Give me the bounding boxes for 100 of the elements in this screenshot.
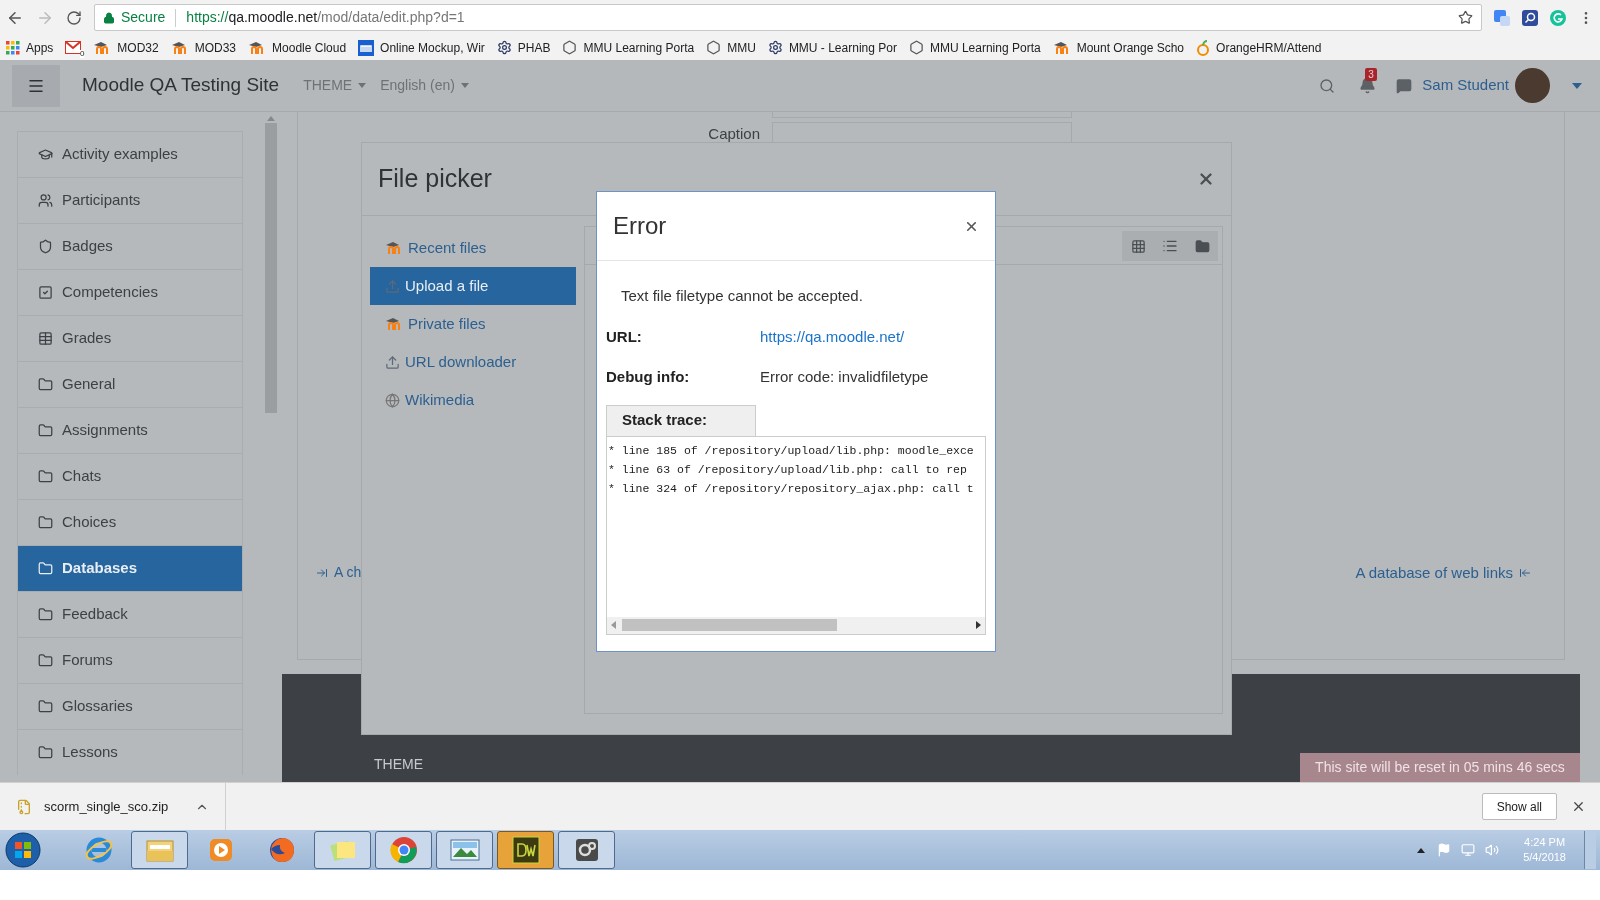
sidebar-item[interactable]: Forums xyxy=(17,637,243,683)
grid-icon xyxy=(1130,238,1146,254)
folder-icon xyxy=(38,561,53,576)
bookmark-link[interactable]: MMU Learning Porta xyxy=(583,38,695,57)
repository-item[interactable]: URL downloader xyxy=(370,343,576,381)
fruit-icon xyxy=(1196,39,1211,56)
folder-icon xyxy=(38,515,53,530)
taskbar-app-button[interactable] xyxy=(375,831,432,869)
sidebar-item[interactable]: Badges xyxy=(17,223,243,269)
bookmark-link[interactable]: OrangeHRM/Attend xyxy=(1216,38,1322,57)
site-name[interactable]: Moodle QA Testing Site xyxy=(82,71,280,100)
download-file-name[interactable]: scorm_single_sco.zip xyxy=(44,796,169,817)
square-logo-icon xyxy=(358,39,375,56)
search-extension-icon[interactable] xyxy=(1522,9,1538,26)
show-hidden-icons-icon[interactable] xyxy=(1417,847,1426,853)
scroll-left-arrow-icon[interactable] xyxy=(611,621,616,629)
upload-icon xyxy=(385,354,400,370)
sidebar-item[interactable]: Choices xyxy=(17,499,243,545)
scrollbar-thumb[interactable] xyxy=(622,619,837,631)
sidebar-item[interactable]: Assignments xyxy=(17,407,243,453)
sidebar-item[interactable]: Competencies xyxy=(17,269,243,315)
sidebar-item[interactable]: Feedback xyxy=(17,591,243,637)
folder-icon xyxy=(38,423,53,438)
bookmark-link[interactable]: MMU xyxy=(727,38,756,57)
stack-trace-tab[interactable]: Stack trace: xyxy=(606,404,756,436)
folder-icon xyxy=(38,607,53,622)
bookmark-link[interactable]: MMU - Learning Por xyxy=(788,38,897,57)
notification-count-badge: 3 xyxy=(1365,68,1377,81)
bookmark-link[interactable]: Moodle Cloud xyxy=(272,38,347,57)
url-link[interactable]: https://qa.moodle.net/ xyxy=(760,325,905,348)
bookmark-link[interactable]: MOD32 xyxy=(117,38,159,57)
search-icon[interactable] xyxy=(1319,77,1336,94)
field-label: URL: xyxy=(606,326,643,347)
close-icon[interactable] xyxy=(1197,170,1215,188)
shield-icon xyxy=(38,239,53,254)
reload-icon[interactable] xyxy=(66,9,82,26)
chat-icon[interactable] xyxy=(1396,77,1413,94)
photo-viewer-icon xyxy=(448,837,481,863)
sidebar-item[interactable]: Glossaries xyxy=(17,683,243,729)
sidebar-item[interactable]: Chats xyxy=(17,453,243,499)
folder-icon xyxy=(38,653,53,668)
mail-icon xyxy=(65,41,82,54)
repository-item[interactable]: Upload a file xyxy=(370,267,576,305)
secure-label: Secure xyxy=(121,8,166,27)
debug-info-value: Error code: invalidfiletype xyxy=(760,367,929,387)
caret-icon xyxy=(460,83,469,88)
chrome-icon xyxy=(388,835,419,865)
taskbar-app-button[interactable] xyxy=(131,831,188,869)
avatar[interactable] xyxy=(1515,68,1550,103)
previous-activity-link[interactable]: A ch xyxy=(316,562,362,584)
next-activity-link[interactable]: A database of web links xyxy=(1355,561,1531,584)
sidebar-item[interactable]: Participants xyxy=(17,177,243,223)
address-bar[interactable]: Secure https://qa.moodle.net/mod/data/edit.php?d=1 xyxy=(94,4,1482,31)
notification-bell-icon[interactable] xyxy=(1359,77,1377,94)
show-all-button[interactable]: Show all xyxy=(1481,793,1557,820)
sidebar-item[interactable]: Activity examples xyxy=(17,131,243,177)
caret-icon[interactable] xyxy=(1572,82,1582,89)
sidebar-item[interactable]: Grades xyxy=(17,315,243,361)
close-icon[interactable] xyxy=(1571,799,1586,814)
bookmark-link[interactable]: PHAB xyxy=(517,38,551,57)
scrollbar-thumb[interactable] xyxy=(265,123,277,413)
sidebar-item[interactable]: Databases xyxy=(17,545,243,591)
repository-item[interactable]: Recent files xyxy=(370,229,576,267)
arrow-icon xyxy=(1519,566,1531,579)
upload-icon xyxy=(385,278,400,294)
user-name[interactable]: Sam Student xyxy=(1422,74,1509,97)
taskbar-app-button[interactable] xyxy=(314,831,371,869)
sidebar-item[interactable]: General xyxy=(17,361,243,407)
stack-trace-line: * line 324 of /repository/repository_ajax.php: call t xyxy=(608,480,975,497)
taskbar-app-button[interactable] xyxy=(497,831,554,869)
repository-item[interactable]: Private files xyxy=(370,305,576,343)
menu-toggle-button[interactable] xyxy=(12,64,60,107)
bookmark-star-icon[interactable] xyxy=(1458,10,1473,25)
zip-file-icon xyxy=(16,798,32,815)
translate-extension-icon[interactable] xyxy=(1494,9,1510,26)
gear-icon xyxy=(767,40,783,55)
horizontal-scrollbar[interactable] xyxy=(607,616,985,634)
taskbar-app-button[interactable] xyxy=(558,831,615,869)
start-orb-icon[interactable] xyxy=(4,831,42,869)
moodle-cap-icon xyxy=(170,40,189,55)
sidebar-item[interactable]: Lessons xyxy=(17,729,243,775)
repository-item[interactable]: Wikimedia xyxy=(370,381,576,419)
bookmark-link[interactable]: MMU Learning Porta xyxy=(929,38,1041,57)
folder-icon xyxy=(38,745,53,760)
dreamweaver-tile-icon xyxy=(511,836,540,864)
scroll-right-arrow-icon[interactable] xyxy=(976,621,981,629)
moodle-cap-icon xyxy=(385,241,403,255)
caption-label: Caption xyxy=(707,124,760,144)
taskbar-app-button[interactable] xyxy=(436,831,493,869)
stack-trace-line: * line 63 of /repository/upload/lib.php: call to rep xyxy=(608,461,968,478)
show-desktop-button[interactable] xyxy=(1584,831,1596,869)
grammar-extension-icon[interactable] xyxy=(1550,9,1566,26)
graduation-cap-icon xyxy=(38,147,53,162)
bookmark-link[interactable]: Apps xyxy=(26,38,54,57)
moodle-cap-icon xyxy=(385,317,403,331)
bookmark-link[interactable]: Mount Orange Scho xyxy=(1076,38,1185,57)
dialog-title: File picker xyxy=(378,163,492,195)
bookmark-link[interactable]: Online Mockup, Wir xyxy=(380,38,485,57)
bookmark-link[interactable]: MOD33 xyxy=(194,38,237,57)
gear-icon xyxy=(496,40,512,55)
